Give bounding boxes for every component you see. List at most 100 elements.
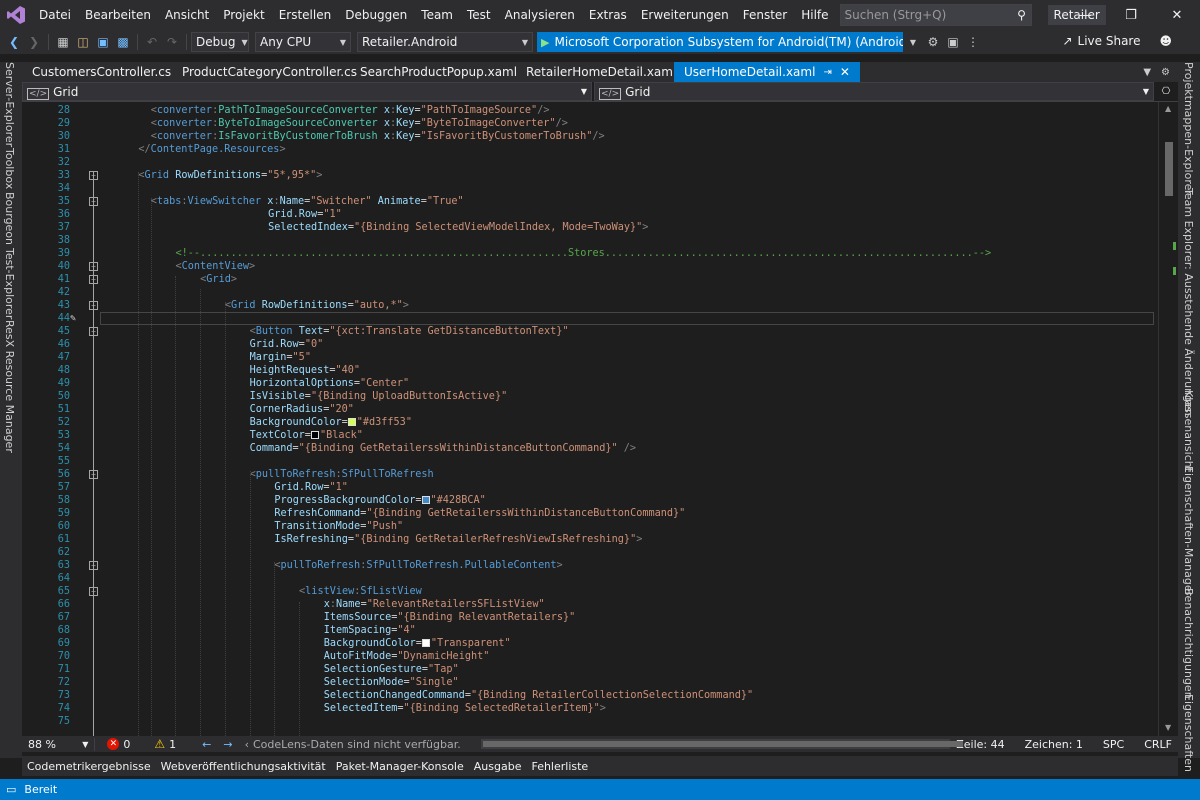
menu-item-erstellen[interactable]: Erstellen xyxy=(272,0,339,30)
menu-item-erweiterungen[interactable]: Erweiterungen xyxy=(634,0,736,30)
code-editor[interactable]: 28 <converter:PathToImageSourceConverter … xyxy=(22,102,1158,736)
split-editor-icon[interactable]: ⎔ xyxy=(1154,82,1178,101)
code-line: 49 HorizontalOptions="Center" xyxy=(22,377,1158,390)
next-issue-icon[interactable]: → xyxy=(217,738,238,751)
bottom-tool-tabs: Codemetrikergebnisse Webveröffentlichungs… xyxy=(22,756,1178,776)
bottom-tab[interactable]: Codemetrikergebnisse xyxy=(22,760,156,773)
menu-item-hilfe[interactable]: Hilfe xyxy=(794,0,835,30)
bottom-tab[interactable]: Paket-Manager-Konsole xyxy=(331,760,469,773)
right-tool-tab[interactable]: Eigenschaften-Manager xyxy=(1182,466,1195,596)
code-line: 52 BackgroundColor= "#d3ff53" xyxy=(22,416,1158,429)
editor-status-row: 88 % ▼ ✕ 0 ⚠ 1 ← → ‹ CodeLens-Daten sind nic… xyxy=(22,736,1178,752)
forward-icon[interactable]: ❯ xyxy=(24,32,44,52)
search-box[interactable]: Suchen (Strg+Q) ⚲ xyxy=(839,4,1032,26)
code-text: Grid.Row="1" xyxy=(274,482,348,493)
feedback-icon[interactable]: ☻ xyxy=(1159,34,1172,48)
code-text: SelectedIndex="{Binding SelectedViewMode… xyxy=(268,222,649,233)
menu-item-debuggen[interactable]: Debuggen xyxy=(338,0,414,30)
left-tool-tab[interactable]: Test-Explorer xyxy=(3,248,16,319)
code-text: <ContentView> xyxy=(175,261,256,272)
device-icon[interactable]: ▣ xyxy=(943,32,963,52)
hot-reload-icon[interactable]: ⚙ xyxy=(923,32,943,52)
close-tab-icon[interactable]: ✕ xyxy=(840,65,850,79)
minimize-icon[interactable]: — xyxy=(1062,0,1108,30)
left-tool-tab[interactable]: Toolbox xyxy=(3,148,16,189)
restore-icon[interactable]: ❐ xyxy=(1108,0,1154,30)
indent-guide xyxy=(200,289,202,736)
quick-actions-brush-icon[interactable]: ✎ xyxy=(70,312,76,325)
menu-item-datei[interactable]: Datei xyxy=(32,0,78,30)
settings-gear-icon[interactable]: ⚙ xyxy=(1161,67,1170,78)
configuration-combo[interactable]: Debug ▼ xyxy=(191,32,249,52)
tab-document[interactable]: ProductCategoryController.cs xyxy=(172,62,357,82)
code-line: 41−<Grid> xyxy=(22,273,1158,286)
scroll-up-icon[interactable]: ▲ xyxy=(1165,104,1171,113)
menu-item-test[interactable]: Test xyxy=(460,0,498,30)
pin-icon[interactable]: ⇥ xyxy=(823,67,831,78)
code-text: <pullToRefresh:SfPullToRefresh xyxy=(249,469,434,480)
tab-document[interactable]: SearchProductPopup.xaml xyxy=(350,62,517,82)
close-icon[interactable]: ✕ xyxy=(1154,0,1200,30)
tab-document[interactable]: UserHomeDetail.xaml ⇥ ✕ xyxy=(674,62,860,82)
nav-right-value: Grid xyxy=(625,84,651,99)
undo-icon[interactable]: ↶ xyxy=(142,32,162,52)
open-folder-icon[interactable]: ◫ xyxy=(73,32,93,52)
code-line: 35−<tabs:ViewSwitcher x:Name="Switcher" … xyxy=(22,195,1158,208)
run-target-dropdown-icon[interactable]: ▼ xyxy=(903,32,923,52)
navigation-bar: </> Grid ▼ </> Grid ▼ ⎔ xyxy=(22,82,1178,102)
code-text: CornerRadius="20" xyxy=(249,404,354,415)
redo-icon[interactable]: ↷ xyxy=(162,32,182,52)
menu-item-projekt[interactable]: Projekt xyxy=(216,0,271,30)
right-tool-tab[interactable]: Benachrichtigungen xyxy=(1182,588,1195,699)
zoom-combo[interactable]: 88 % ▼ xyxy=(22,737,96,751)
line-number: 45 xyxy=(57,326,70,337)
save-all-icon[interactable]: ▩ xyxy=(113,32,133,52)
scrollbar-thumb[interactable] xyxy=(1165,142,1173,196)
menu-item-extras[interactable]: Extras xyxy=(582,0,634,30)
run-target-button[interactable]: ▶ Microsoft Corporation Subsystem for An… xyxy=(537,32,903,52)
right-tool-tab[interactable]: Eigenschaften xyxy=(1182,694,1195,772)
vertical-scrollbar[interactable]: ▲ ▼ xyxy=(1158,102,1178,736)
menu-item-team[interactable]: Team xyxy=(414,0,460,30)
tab-document[interactable]: CustomersController.cs xyxy=(22,62,172,82)
tab-document[interactable]: RetailerHomeDetail.xaml xyxy=(516,62,677,82)
horizontal-scrollbar[interactable] xyxy=(480,739,963,749)
bottom-tab[interactable]: Webveröffentlichungsaktivität xyxy=(156,760,331,773)
back-icon[interactable]: ❮ xyxy=(4,32,24,52)
line-number: 43 xyxy=(57,300,70,311)
nav-left-combo[interactable]: </> Grid ▼ xyxy=(22,82,592,101)
right-tool-tab[interactable]: Klassenansicht xyxy=(1182,390,1195,472)
menu-item-bearbeiten[interactable]: Bearbeiten xyxy=(78,0,158,30)
line-number: 75 xyxy=(57,716,70,727)
bottom-tab[interactable]: Ausgabe xyxy=(469,760,527,773)
right-tool-tab[interactable]: Team Explorer: Ausstehende Änderungen xyxy=(1182,188,1195,416)
previous-issue-icon[interactable]: ← xyxy=(196,738,217,751)
bottom-tab[interactable]: Fehlerliste xyxy=(526,760,593,773)
menu-item-ansicht[interactable]: Ansicht xyxy=(158,0,216,30)
left-tool-tab[interactable]: ResX Resource Manager xyxy=(3,320,16,453)
scroll-down-icon[interactable]: ▼ xyxy=(1165,723,1171,732)
warnings-indicator[interactable]: ⚠ 1 xyxy=(148,737,182,751)
menu-item-fenster[interactable]: Fenster xyxy=(736,0,795,30)
menu-item-analysieren[interactable]: Analysieren xyxy=(498,0,582,30)
code-text: ItemSpacing="4" xyxy=(323,625,416,636)
tab-label: ProductCategoryController.cs xyxy=(182,65,357,79)
left-tool-tab[interactable]: Bourgeon xyxy=(3,192,16,245)
left-tool-tab[interactable]: Server-Explorer xyxy=(3,62,16,147)
code-text: <Button Text="{xct:Translate GetDistance… xyxy=(249,326,569,337)
tab-list-dropdown-icon[interactable]: ▼ xyxy=(1143,67,1151,78)
live-share-button[interactable]: ↗ Live Share ☻ xyxy=(1062,34,1172,48)
toolbar-overflow-icon[interactable]: ⋮ xyxy=(963,32,983,52)
tab-label: RetailerHomeDetail.xaml xyxy=(526,65,677,79)
line-number: 28 xyxy=(57,105,70,116)
color-swatch xyxy=(421,496,430,504)
new-project-icon[interactable]: ▦ xyxy=(53,32,73,52)
platform-combo[interactable]: Any CPU ▼ xyxy=(255,32,351,52)
errors-indicator[interactable]: ✕ 0 xyxy=(101,738,136,751)
line-number: 61 xyxy=(57,534,70,545)
visual-studio-logo-icon[interactable] xyxy=(0,0,32,30)
nav-right-combo[interactable]: </> Grid ▼ xyxy=(594,82,1154,101)
save-icon[interactable]: ▣ xyxy=(93,32,113,52)
startup-project-combo[interactable]: Retailer.Android ▼ xyxy=(357,32,533,52)
right-tool-tab[interactable]: Projektmappen-Explorer xyxy=(1182,62,1195,195)
